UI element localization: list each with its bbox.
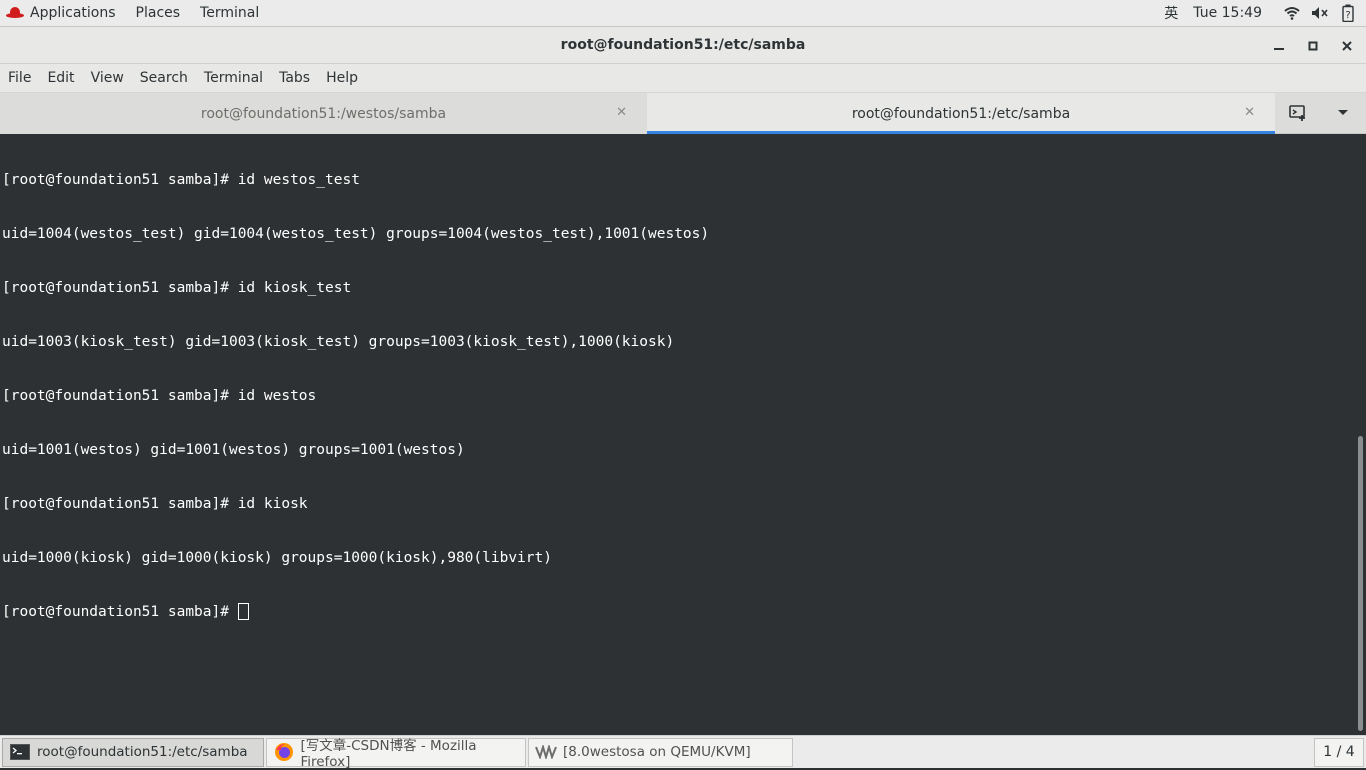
terminal-line: [root@foundation51 samba]# id kiosk <box>2 496 308 512</box>
volume-muted-icon[interactable] <box>1310 3 1330 23</box>
task-label: root@foundation51:/etc/samba <box>37 744 248 760</box>
firefox-icon <box>273 743 294 761</box>
terminal-line: [root@foundation51 samba]# id westos <box>2 388 317 404</box>
redhat-logo-icon <box>6 7 24 19</box>
close-window-button[interactable] <box>1330 27 1364 64</box>
maximize-button[interactable] <box>1296 27 1330 64</box>
terminal-line: uid=1004(westos_test) gid=1004(westos_te… <box>2 226 710 242</box>
menu-terminal[interactable]: Terminal <box>196 64 271 93</box>
workspace-indicator[interactable]: 1 / 4 <box>1314 737 1364 767</box>
minimize-button[interactable] <box>1262 27 1296 64</box>
terminal-icon <box>9 743 31 761</box>
terminal-view[interactable]: [root@foundation51 samba]# id westos_tes… <box>0 134 1366 735</box>
tab-etc-samba[interactable]: root@foundation51:/etc/samba ✕ <box>647 93 1275 134</box>
terminal-line: uid=1003(kiosk_test) gid=1003(kiosk_test… <box>2 334 675 350</box>
input-method-indicator[interactable]: 英 <box>1157 3 1185 23</box>
virt-manager-icon <box>535 743 557 761</box>
task-label: [写文章-CSDN博客 - Mozilla Firefox] <box>300 738 477 770</box>
menu-tabs[interactable]: Tabs <box>271 64 318 93</box>
window-list-taskbar: root@foundation51:/etc/samba [写文章-CSDN博客… <box>0 735 1366 770</box>
system-tray: 英 Tue 15:49 ? <box>1157 0 1366 26</box>
applications-menu[interactable]: Applications <box>0 0 126 27</box>
text-cursor <box>237 603 249 620</box>
prompt-line[interactable]: [root@foundation51 samba]# <box>2 603 709 621</box>
tabs-dropdown-icon[interactable] <box>1327 97 1359 129</box>
applications-label: Applications <box>30 4 116 21</box>
window-title: root@foundation51:/etc/samba <box>560 37 806 53</box>
scrollbar-thumb[interactable] <box>1358 436 1363 731</box>
tab-bar: root@foundation51:/westos/samba ✕ root@f… <box>0 93 1366 134</box>
new-tab-button[interactable] <box>1282 97 1314 129</box>
terminal-line: [root@foundation51 samba]# id westos_tes… <box>2 172 360 188</box>
svg-text:?: ? <box>1345 10 1350 21</box>
places-menu[interactable]: Places <box>126 0 191 27</box>
gnome-top-bar: Applications Places Terminal 英 Tue 15:49 <box>0 0 1366 27</box>
tab-westos-samba[interactable]: root@foundation51:/westos/samba ✕ <box>0 93 647 134</box>
menu-search[interactable]: Search <box>132 64 196 93</box>
menu-view[interactable]: View <box>83 64 132 93</box>
shell-prompt: [root@foundation51 samba]# <box>2 604 238 620</box>
task-label: [8.0westosa on QEMU/KVM] <box>563 744 751 760</box>
close-tab-icon[interactable]: ✕ <box>616 105 627 120</box>
menu-edit[interactable]: Edit <box>39 64 82 93</box>
terminal-app-menu[interactable]: Terminal <box>190 0 269 27</box>
wifi-icon[interactable] <box>1282 3 1302 23</box>
task-virt-manager[interactable]: [8.0westosa on QEMU/KVM] <box>528 737 793 767</box>
terminal-line: [root@foundation51 samba]# id kiosk_test <box>2 280 352 296</box>
terminal-scrollbar[interactable] <box>1355 134 1366 735</box>
tab-label: root@foundation51:/etc/samba <box>851 105 1071 122</box>
tab-label: root@foundation51:/westos/samba <box>200 105 447 122</box>
window-titlebar[interactable]: root@foundation51:/etc/samba <box>0 27 1366 64</box>
terminal-line: uid=1001(westos) gid=1001(westos) groups… <box>2 442 465 458</box>
terminal-output: [root@foundation51 samba]# id westos_tes… <box>2 135 709 657</box>
clock[interactable]: Tue 15:49 <box>1193 5 1262 21</box>
task-firefox[interactable]: [写文章-CSDN博客 - Mozilla Firefox] <box>266 737 526 770</box>
close-tab-icon[interactable]: ✕ <box>1244 105 1255 120</box>
top-bar-menus: Applications Places Terminal <box>0 0 269 26</box>
menu-file[interactable]: File <box>0 64 39 93</box>
menu-help[interactable]: Help <box>318 64 366 93</box>
terminal-menubar: File Edit View Search Terminal Tabs Help <box>0 64 1366 93</box>
task-terminal[interactable]: root@foundation51:/etc/samba <box>2 737 264 767</box>
tab-actions <box>1275 93 1366 133</box>
battery-unknown-icon[interactable]: ? <box>1338 3 1358 23</box>
terminal-line: uid=1000(kiosk) gid=1000(kiosk) groups=1… <box>2 550 552 566</box>
